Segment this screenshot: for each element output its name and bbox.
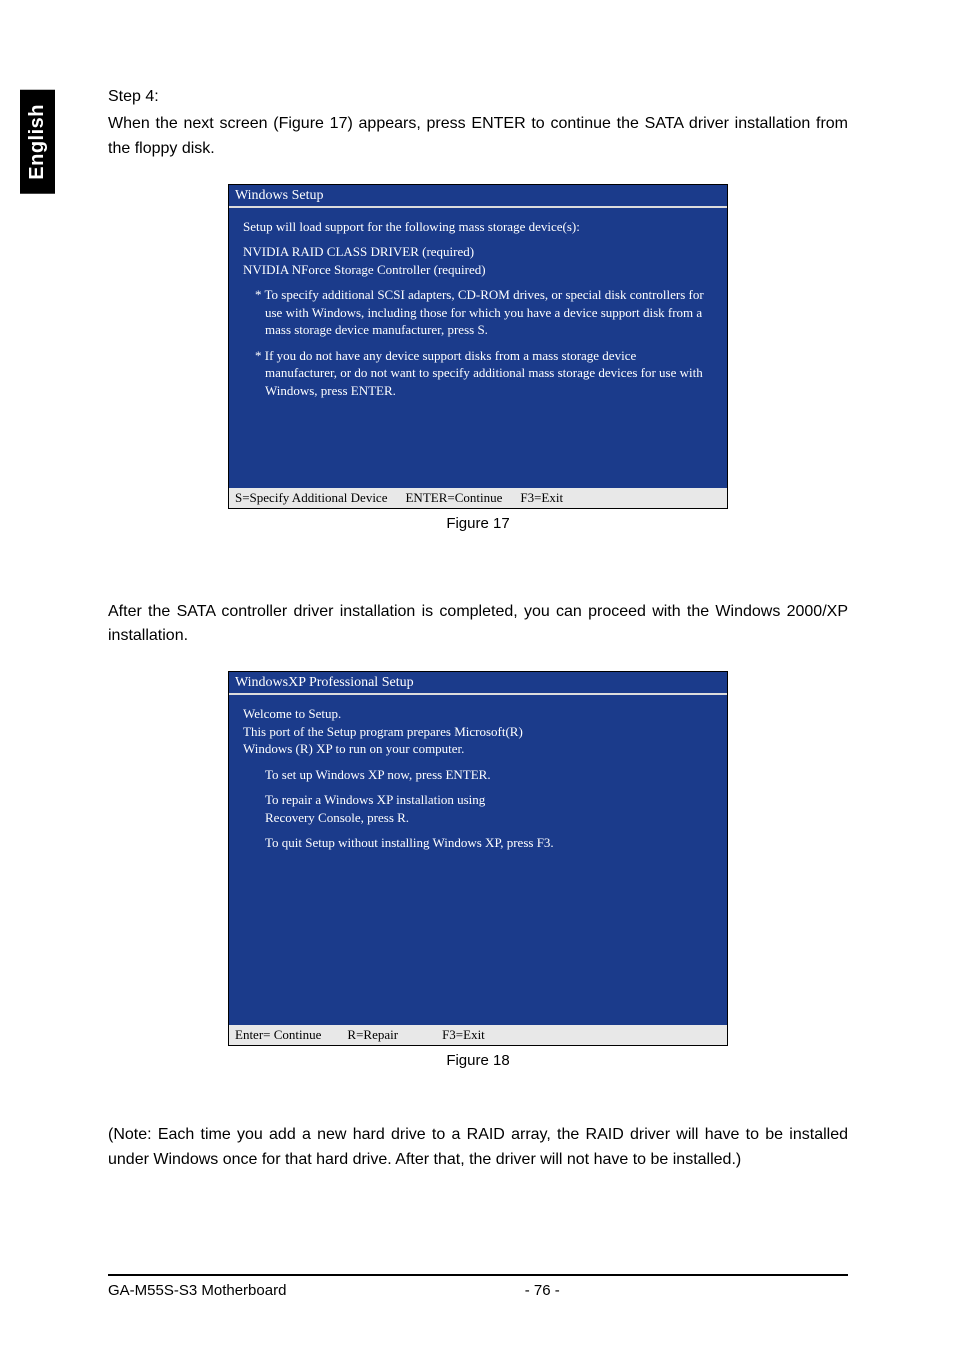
- figure17-driver1: NVIDIA RAID CLASS DRIVER (required): [243, 243, 713, 261]
- figure17-intro: Setup will load support for the followin…: [243, 218, 713, 236]
- figure18-window: WindowsXP Professional Setup Welcome to …: [228, 671, 728, 1046]
- figure18-line3: Windows (R) XP to run on your computer.: [243, 740, 713, 758]
- footer-product: GA-M55S-S3 Motherboard: [108, 1282, 286, 1299]
- figure17-statusbar: S=Specify Additional Device ENTER=Continu…: [229, 488, 727, 508]
- status-f3b: F3=Exit: [442, 1027, 485, 1042]
- figure18-opt3: To quit Setup without installing Windows…: [265, 834, 713, 852]
- figure18-statusbar: Enter= Continue R=Repair F3=Exit: [229, 1025, 727, 1045]
- figure17-body: Setup will load support for the followin…: [229, 208, 727, 488]
- figure17-caption: Figure 17: [108, 515, 848, 532]
- footer-page-number: - 76 -: [286, 1282, 798, 1299]
- figure17-title: Windows Setup: [229, 185, 727, 208]
- figure18-line2: This port of the Setup program prepares …: [243, 723, 713, 741]
- step-label: Step 4:: [108, 88, 848, 106]
- page-footer: GA-M55S-S3 Motherboard - 76 -: [108, 1274, 848, 1299]
- figure18-title: WindowsXP Professional Setup: [229, 672, 727, 695]
- figure18-welcome: Welcome to Setup.: [243, 705, 713, 723]
- step-description: When the next screen (Figure 17) appears…: [108, 112, 848, 162]
- main-content: Step 4: When the next screen (Figure 17)…: [108, 88, 848, 1173]
- figure18-opt2a: To repair a Windows XP installation usin…: [265, 791, 713, 809]
- note-text: (Note: Each time you add a new hard driv…: [108, 1123, 848, 1173]
- figure18-caption: Figure 18: [108, 1052, 848, 1069]
- figure18-body: Welcome to Setup. This port of the Setup…: [229, 695, 727, 1025]
- status-enter: ENTER=Continue: [405, 490, 502, 505]
- figure17-bullet2: * If you do not have any device support …: [265, 347, 713, 400]
- status-f3: F3=Exit: [520, 490, 563, 505]
- status-enter2: Enter= Continue: [235, 1027, 321, 1042]
- figure18-opt2b: Recovery Console, press R.: [265, 809, 713, 827]
- figure17-bullet1: * To specify additional SCSI adapters, C…: [265, 286, 713, 339]
- figure18-opt1: To set up Windows XP now, press ENTER.: [265, 766, 713, 784]
- language-tab: English: [20, 90, 55, 194]
- figure17-window: Windows Setup Setup will load support fo…: [228, 184, 728, 509]
- status-specify: S=Specify Additional Device: [235, 490, 387, 505]
- status-r: R=Repair: [347, 1027, 398, 1042]
- mid-paragraph: After the SATA controller driver install…: [108, 600, 848, 650]
- figure17-driver2: NVIDIA NForce Storage Controller (requir…: [243, 261, 713, 279]
